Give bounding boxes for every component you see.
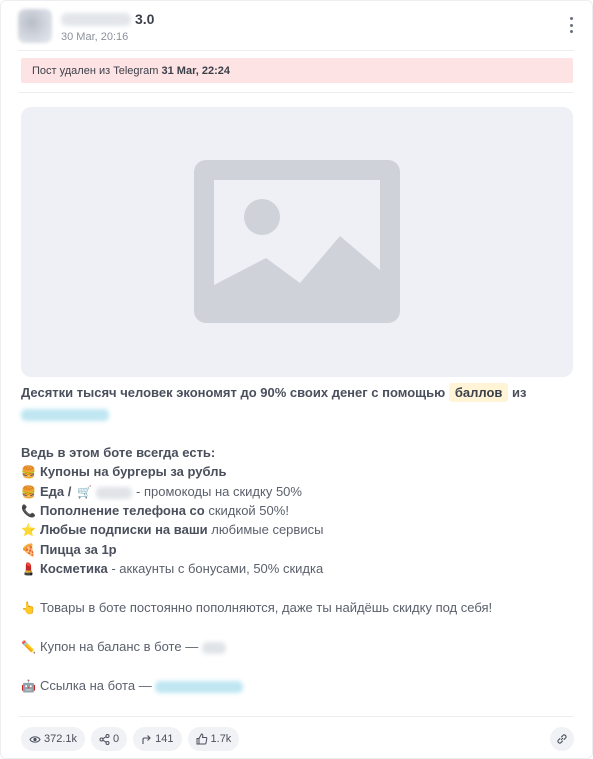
cart-icon: 🛒 bbox=[77, 485, 92, 499]
shares-count: 0 bbox=[113, 733, 120, 745]
eye-icon bbox=[29, 735, 41, 743]
link-icon bbox=[557, 734, 567, 744]
image-placeholder-icon bbox=[194, 160, 400, 323]
coupon-code-blurred bbox=[201, 641, 226, 654]
bot-mention-line bbox=[21, 406, 581, 422]
intro-text-from: из bbox=[512, 385, 527, 400]
header-divider bbox=[18, 50, 574, 51]
star-icon: ⭐ bbox=[21, 523, 36, 537]
burger-icon: 🍔 bbox=[21, 465, 36, 479]
channel-name[interactable]: 3.0 bbox=[61, 11, 154, 27]
coupon-line: ✏️ Купон на баланс в боте — bbox=[21, 639, 581, 655]
list-item: 📞 Пополнение телефона со скидкой 50%! bbox=[21, 503, 581, 519]
forwards-count: 141 bbox=[155, 733, 174, 745]
list-heading: Ведь в этом боте всегда есть: bbox=[21, 445, 581, 461]
list-item-bold: Купоны на бургеры за рубль bbox=[40, 464, 227, 479]
copy-link-button[interactable] bbox=[550, 727, 574, 751]
share-icon bbox=[99, 733, 110, 745]
list-item-rest: - аккаунты с бонусами, 50% скидка bbox=[111, 561, 324, 576]
post-stats: 372.1k 0 141 1.7k bbox=[21, 727, 240, 751]
burger-icon: 🍔 bbox=[21, 485, 36, 499]
channel-name-suffix: 3.0 bbox=[135, 11, 155, 27]
channel-name-blurred bbox=[61, 12, 131, 26]
list-item-bold: Еда / bbox=[40, 484, 72, 499]
list-item: 🍕 Пицца за 1р bbox=[21, 542, 581, 558]
coupon-line-text: Купон на баланс в боте — bbox=[40, 639, 199, 654]
more-options-icon[interactable] bbox=[564, 15, 578, 35]
post-date: 30 Мar, 20:16 bbox=[61, 31, 129, 43]
post-image-placeholder[interactable] bbox=[21, 107, 573, 377]
goods-line: 👆 Товары в боте постоянно пополняются, да… bbox=[21, 600, 581, 616]
views-count: 372.1k bbox=[44, 733, 78, 745]
bot-link-line-text: Ссылка на бота — bbox=[40, 678, 152, 693]
deleted-banner: Пост удален из Telegram 31 Мar, 22:24 bbox=[21, 58, 573, 83]
footer-divider bbox=[18, 716, 574, 717]
intro-line: Десятки тысяч человек экономят до 90% св… bbox=[21, 383, 581, 402]
banner-divider bbox=[18, 92, 574, 93]
deleted-banner-date: 31 Мar, 22:24 bbox=[161, 65, 231, 77]
list-item-rest: скидкой 50%! bbox=[208, 503, 289, 518]
reactions-stat[interactable]: 1.7k bbox=[187, 727, 240, 751]
lipstick-icon: 💄 bbox=[21, 562, 36, 576]
list-item-rest: любимые сервисы bbox=[211, 522, 324, 537]
list-item-bold: Косметика bbox=[40, 561, 108, 576]
list-item-rest: - промокоды на скидку 50% bbox=[136, 484, 302, 499]
shares-stat[interactable]: 0 bbox=[91, 727, 128, 751]
phone-icon: 📞 bbox=[21, 504, 36, 518]
list-item-bold: Любые подписки на ваши bbox=[40, 522, 208, 537]
goods-line-text: Товары в боте постоянно пополняются, даж… bbox=[40, 600, 493, 615]
pen-icon: ✏️ bbox=[21, 640, 36, 654]
deleted-banner-text: Пост удален из Telegram bbox=[32, 65, 159, 77]
forwards-stat[interactable]: 141 bbox=[133, 727, 182, 751]
thumbs-up-icon bbox=[196, 733, 207, 745]
list-heading-text: Ведь в этом боте всегда есть: bbox=[21, 445, 216, 460]
blurred-service-name bbox=[96, 486, 133, 499]
views-stat[interactable]: 372.1k bbox=[21, 727, 86, 751]
bot-link-line: 🤖 Ссылка на бота — bbox=[21, 678, 581, 694]
intro-text: Десятки тысяч человек экономят до 90% св… bbox=[21, 385, 446, 400]
list-item-bold: Пополнение телефона со bbox=[40, 503, 205, 518]
channel-avatar[interactable] bbox=[18, 9, 52, 43]
list-item: 💄 Косметика - аккаунты с бонусами, 50% ск… bbox=[21, 561, 581, 577]
list-item: 🍔 Еда / 🛒 - промокоды на скидку 50% bbox=[21, 484, 581, 500]
list-item: 🍔 Купоны на бургеры за рубль bbox=[21, 464, 581, 480]
robot-icon: 🤖 bbox=[21, 679, 36, 693]
list-item: ⭐ Любые подписки на ваши любимые сервисы bbox=[21, 522, 581, 538]
post-card: 3.0 30 Мar, 20:16 Пост удален из Telegra… bbox=[0, 0, 593, 759]
pizza-icon: 🍕 bbox=[21, 543, 36, 557]
bot-mention-link[interactable] bbox=[21, 408, 109, 421]
list-item-bold: Пицца за 1р bbox=[40, 542, 117, 557]
pointing-hand-icon: 👆 bbox=[21, 601, 36, 615]
forward-icon bbox=[142, 734, 151, 744]
intro-highlight: баллов bbox=[448, 383, 509, 402]
reactions-count: 1.7k bbox=[210, 733, 232, 745]
bot-link[interactable] bbox=[155, 680, 244, 693]
